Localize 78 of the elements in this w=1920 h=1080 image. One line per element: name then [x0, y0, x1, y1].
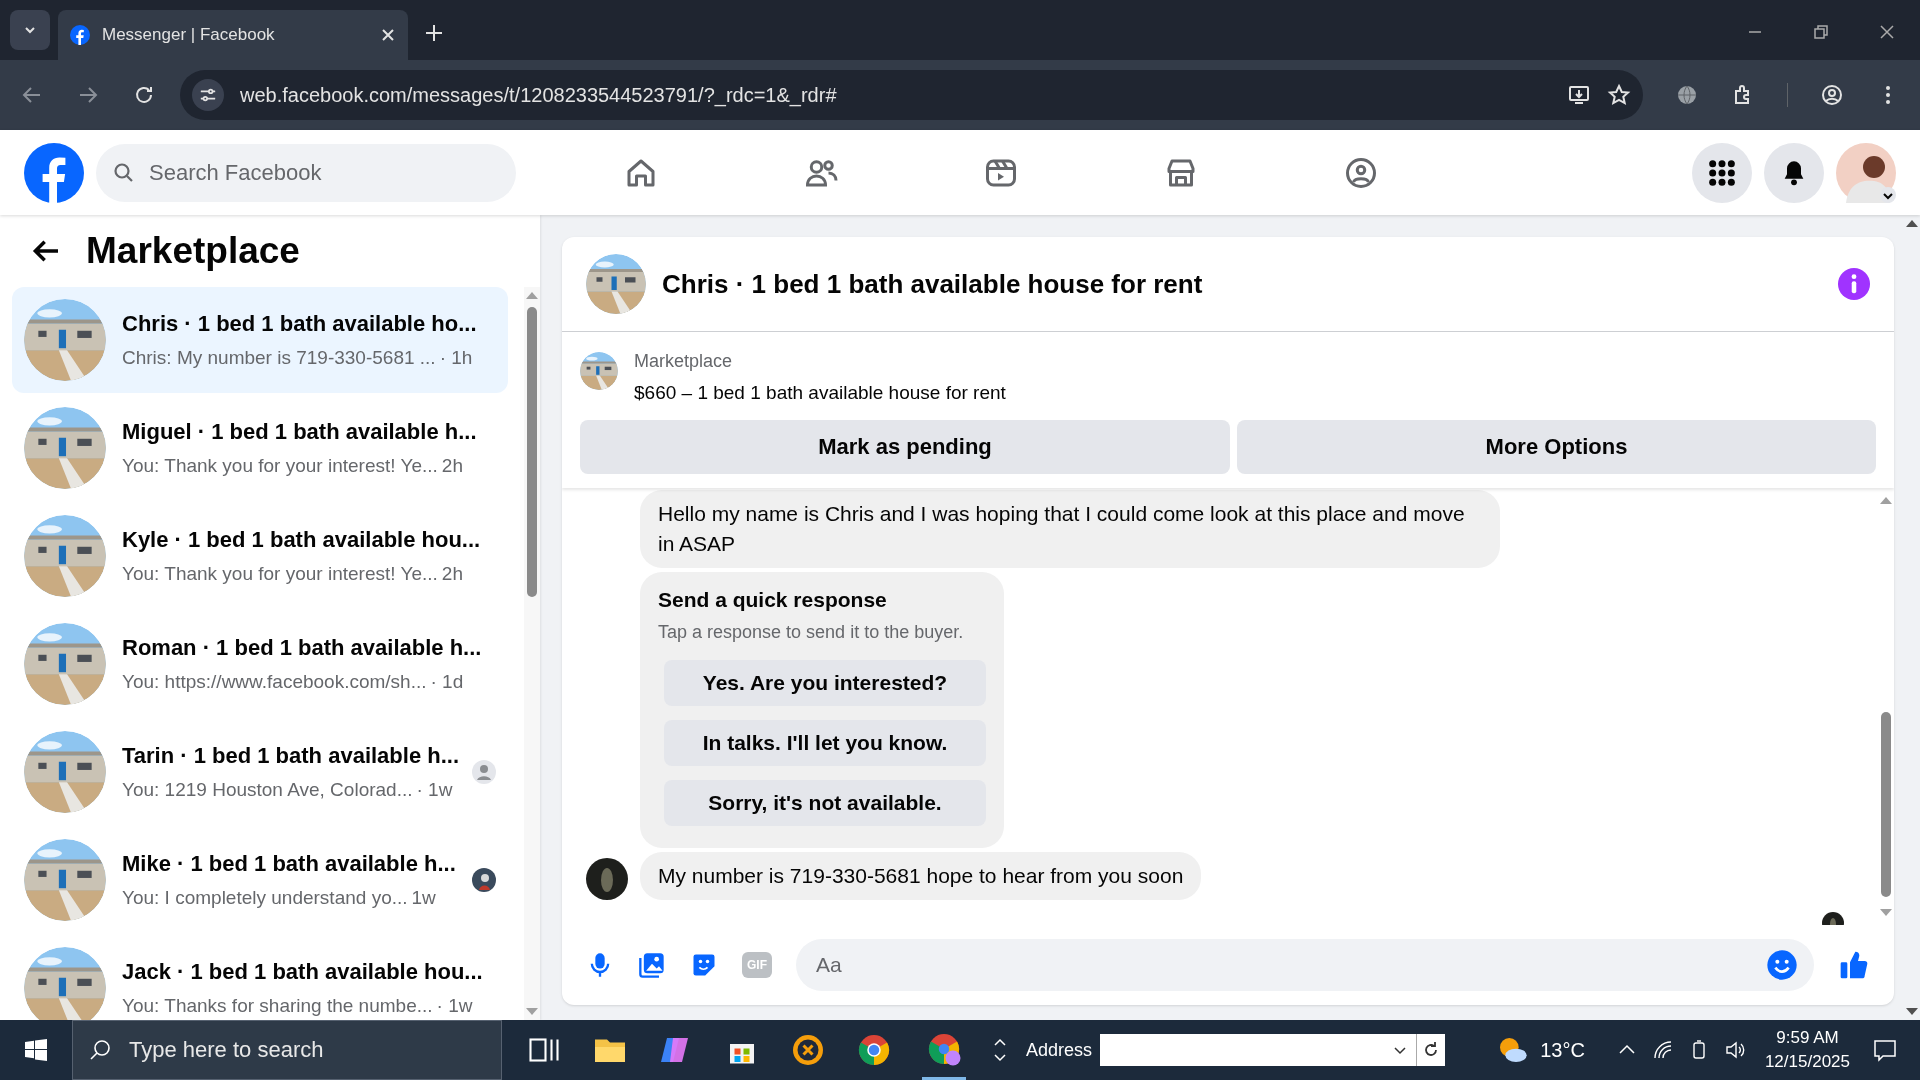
info-icon[interactable] — [1838, 268, 1870, 300]
bookmark-star-icon[interactable] — [1607, 83, 1631, 107]
volume-icon[interactable] — [1724, 1040, 1745, 1060]
quick-response-subtitle: Tap a response to send it to the buyer. — [658, 621, 965, 644]
taskbar-search-field[interactable]: Type here to search — [72, 1020, 502, 1080]
conversation-title: Mike · 1 bed 1 bath available h... — [122, 850, 456, 879]
conversation-title: Tarin · 1 bed 1 bath available h... — [122, 742, 456, 771]
close-icon[interactable] — [1879, 24, 1895, 40]
message-preview: You: 1219 Houston Ave, Colorad... — [122, 778, 413, 803]
menu-icon — [1708, 158, 1736, 187]
mark-as-pending-button[interactable]: Mark as pending — [580, 419, 1230, 474]
scroll-down-icon[interactable] — [1906, 1008, 1918, 1016]
listing-title: $660 – 1 bed 1 bath available house for rent — [634, 381, 1006, 405]
scroll-up-icon[interactable] — [994, 1038, 1006, 1046]
clock[interactable]: 9:59 AM 12/15/2025 — [1764, 1026, 1850, 1074]
clock-date: 12/15/2025 — [1764, 1051, 1850, 1073]
clock-time: 9:59 AM — [1776, 1027, 1839, 1049]
thumbs-up-icon[interactable] — [1838, 949, 1870, 981]
quick-response-button[interactable]: In talks. I'll let you know. — [664, 720, 986, 766]
facebook-logo-icon[interactable] — [24, 142, 84, 203]
notification-center-icon[interactable] — [1873, 1038, 1897, 1062]
chat-title: Chris · 1 bed 1 bath available house for rent — [662, 267, 1204, 301]
message-bubble: My number is 719-330-5681 hope to hear from you soon — [640, 852, 1202, 900]
emoji-icon[interactable] — [1766, 949, 1798, 981]
chrome-icon[interactable] — [856, 1032, 892, 1068]
listing-label: Marketplace — [634, 350, 734, 373]
browser-tab[interactable]: Messenger | Facebook — [58, 10, 408, 60]
quick-response-title: Send a quick response — [658, 586, 888, 613]
message-time: 2h — [441, 454, 463, 479]
conversation-title: Miguel · 1 bed 1 bath available h... — [122, 418, 478, 447]
message-preview: You: Thank you for your interest! Ye... — [122, 454, 438, 479]
conversation-title: Jack · 1 bed 1 bath available hou... — [122, 958, 484, 987]
temperature[interactable]: 13°C — [1540, 1035, 1585, 1065]
message-input[interactable]: Aa — [796, 939, 1814, 991]
search-field[interactable]: Search Facebook — [96, 143, 516, 202]
close-icon[interactable] — [380, 27, 396, 43]
conversation-title: Roman · 1 bed 1 bath available h... — [122, 634, 483, 663]
app-icon[interactable] — [790, 1032, 826, 1068]
scrollbar-thumb[interactable] — [1881, 712, 1891, 897]
message-bubble: Hello my name is Chris and I was hoping that I could come look at this place and move in ASAP — [640, 489, 1500, 568]
message-time: · 1w — [416, 778, 453, 803]
restore-icon[interactable] — [1813, 24, 1829, 40]
site-settings-icon[interactable] — [192, 79, 224, 111]
conversation-item[interactable]: Chris · 1 bed 1 bath available ho... Chris: My number is 719-330-5681 ... · 1h — [12, 287, 508, 393]
profile-avatar[interactable] — [1836, 142, 1896, 203]
url-text: web.facebook.com/messages/t/1208233544523791/?_rdc=1&_rdr# — [240, 83, 838, 109]
sidebar-title: Marketplace — [86, 229, 300, 274]
facebook-icon — [70, 25, 90, 45]
photo-icon[interactable] — [638, 951, 666, 979]
message-preview: You: I completely understand yo... — [122, 886, 408, 911]
scrollbar-thumb[interactable] — [527, 307, 537, 597]
message-preview: You: Thanks for sharing the numbe... — [122, 994, 433, 1019]
message-time: · 1w — [436, 994, 473, 1019]
conversation-title: Kyle · 1 bed 1 bath available hou... — [122, 526, 482, 555]
address-toolbar-field[interactable] — [1100, 1034, 1446, 1066]
message-time: 2h — [441, 562, 463, 587]
more-options-button[interactable]: More Options — [1237, 419, 1876, 474]
profile-icon[interactable] — [1820, 83, 1844, 107]
address-toolbar-label: Address — [1026, 1038, 1093, 1062]
quick-response-button[interactable]: Yes. Are you interested? — [664, 660, 986, 706]
message-time: · 1h — [439, 346, 473, 371]
conversation-title: Chris · 1 bed 1 bath available ho... — [122, 310, 478, 339]
windows-start-icon[interactable] — [24, 1038, 48, 1062]
globe-icon[interactable] — [1675, 83, 1699, 107]
scroll-down-icon[interactable] — [994, 1054, 1006, 1062]
message-time: 1w — [411, 886, 436, 911]
new-tab-icon[interactable] — [424, 23, 444, 43]
search-icon — [88, 1038, 112, 1062]
wifi-icon[interactable] — [1652, 1040, 1673, 1060]
message-time: · 1d — [430, 670, 464, 695]
message-preview: You: Thank you for your interest! Ye... — [122, 562, 438, 587]
scroll-up-icon[interactable] — [1906, 219, 1918, 227]
install-app-icon[interactable] — [1567, 83, 1591, 107]
message-preview: Chris: My number is 719-330-5681 ... — [122, 346, 436, 371]
message-preview: You: https://www.facebook.com/sh... — [122, 670, 427, 695]
address-bar[interactable]: web.facebook.com/messages/t/1208233544523791/?_rdc=1&_rdr# — [180, 70, 1643, 120]
tab-title: Messenger | Facebook — [102, 24, 276, 47]
quick-response-button[interactable]: Sorry, it's not available. — [664, 780, 986, 826]
